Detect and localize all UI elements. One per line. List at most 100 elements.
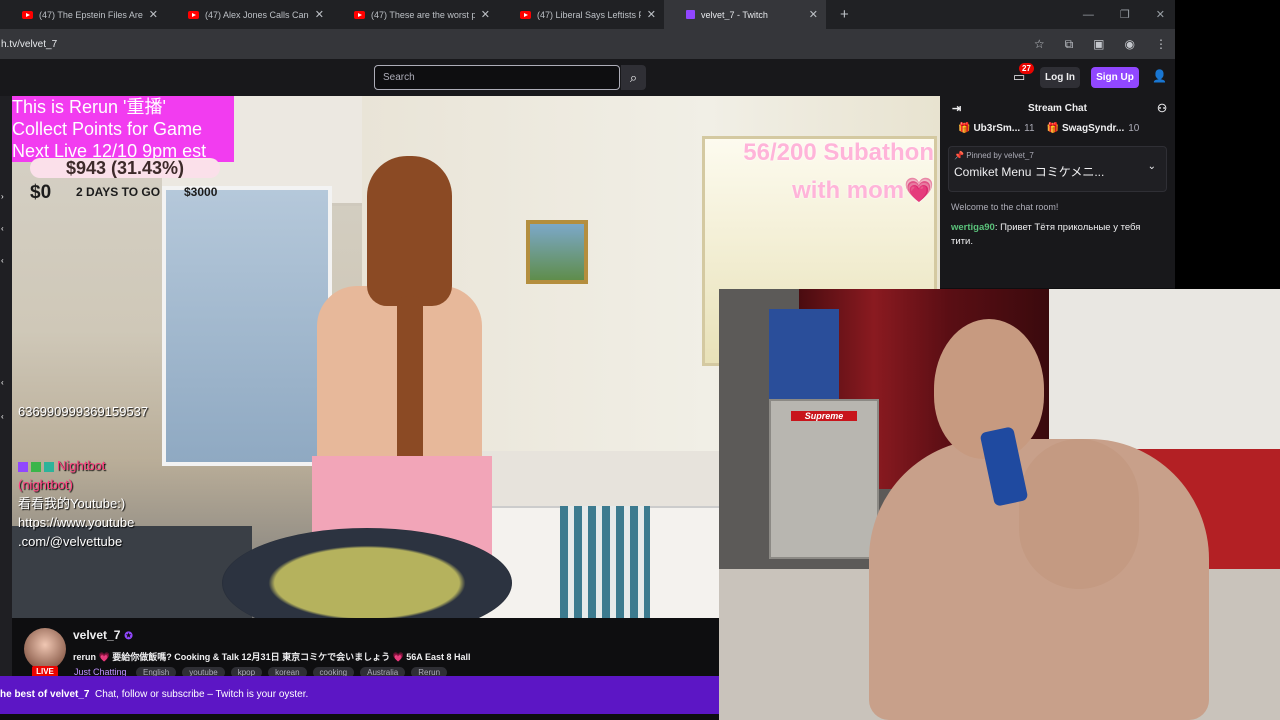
close-window-icon[interactable]: ✕ [1156,8,1165,21]
url-field[interactable]: h.tv/velvet_7 [1,39,57,50]
subathon-line: with mom💗 [792,177,934,204]
goal-start: $0 [30,182,52,203]
browser-tab[interactable]: (47) These are the worst pirate n ✕ [332,0,498,29]
close-icon[interactable]: ✕ [315,8,324,21]
tab-title: (47) The Epstein Files Are Way W [39,9,143,20]
chat-panel: ⇥ Stream Chat ⚇ 🎁 Ub3rSm... 11 🎁 SwagSyndr.… [940,96,1175,288]
browser-toolbar: ☆ ⧉ ▣ ◉ ⋮ [1034,29,1167,59]
collapsed-sidebar: › ‹ ‹ ‹ ‹ [0,96,12,676]
gift-icon: 🎁 [958,123,971,134]
search-input[interactable]: Search [374,65,620,90]
supreme-sticker: Supreme [791,411,857,421]
video-scene-towel [560,506,650,618]
tab-title: (47) Liberal Says Leftists F'D UP [537,9,641,20]
goal-progress-bar: $943 (31.43%) [30,158,220,178]
bot-message-line: https://www.youtube [18,515,135,530]
chevron-down-icon[interactable]: ⌄ [1148,161,1156,172]
bot-message-line: .com/@velvettube [18,534,123,549]
bot-handle: (nightbot) [18,477,73,492]
twitch-icon [686,10,695,19]
new-tab-button[interactable]: + [840,6,849,23]
overlay-bot-message: Nightbot (nightbot) 看看我的Youtube:) https:… [18,456,134,551]
search-icon: ⌕ [629,69,638,85]
extensions-icon[interactable]: ⧉ [1065,37,1074,52]
pinned-text: Comiket Menu コミケメニ... [954,165,1105,179]
tab-title: (47) Alex Jones Calls Candace O [205,9,309,20]
webcam-minifridge: Supreme [769,399,879,559]
chat-message: wertiga90: Привет Тётя прикольные у тебя… [940,221,1175,249]
banner-text: Chat, follow or subscribe – Twitch is yo… [95,689,309,700]
browser-tab-bar: (47) The Epstein Files Are Way W ✕ (47) … [0,0,1175,29]
avatar[interactable] [24,628,66,670]
twitch-badge-icon [18,461,28,472]
close-icon[interactable]: ✕ [481,8,490,21]
close-icon[interactable]: ✕ [647,8,656,21]
sidebar-arrow-icon[interactable]: ‹ [1,412,4,421]
bot-message-line: 看看我的Youtube:) [18,496,126,511]
chat-welcome: Welcome to the chat room! [951,202,1059,212]
gift-icon: 🎁 [1046,123,1059,134]
address-bar: h.tv/velvet_7 ☆ ⧉ ▣ ◉ ⋮ [0,29,1175,59]
rerun-line: Collect Points for Game [12,119,203,139]
banner-bold-text: he best of velvet_7 [0,689,90,700]
youtube-icon [22,10,33,19]
minimize-icon[interactable]: — [1083,9,1094,21]
browser-tab[interactable]: (47) Alex Jones Calls Candace O ✕ [166,0,332,29]
tab-title: velvet_7 - Twitch [701,9,768,20]
close-icon[interactable]: ✕ [149,8,158,21]
days-to-go: 2 DAYS TO GO [76,185,161,199]
rerun-line: This is Rerun '重播' [12,97,166,117]
webcam-overlay: Supreme [719,289,1280,720]
sidebar-arrow-icon[interactable]: ‹ [1,378,4,387]
bot-name: Nightbot [57,458,106,473]
gifter-entry[interactable]: 🎁 Ub3rSm... 11 [958,123,1035,142]
notifications-button[interactable]: ▭ 27 [1013,63,1034,85]
stream-title: rerun 💗 要給你做飯嗎? Cooking & Talk 12月31日 東京… [73,652,471,662]
signup-banner[interactable]: he best of velvet_7 Chat, follow or subs… [0,676,719,714]
gifter-entry[interactable]: 🎁 SwagSyndr... 10 [1047,123,1140,142]
youtube-icon [354,10,365,19]
channel-name[interactable]: velvet_7 ✪ [73,628,133,642]
login-button[interactable]: Log In [1040,67,1080,88]
signup-button[interactable]: Sign Up [1091,67,1139,88]
chat-username[interactable]: wertiga90 [951,222,995,233]
menu-icon[interactable]: ⋮ [1155,37,1167,51]
verified-icon: ✪ [124,631,133,642]
sidebar-arrow-icon[interactable]: ‹ [1,224,4,233]
chat-header: ⇥ Stream Chat ⚇ [940,96,1175,120]
video-scene-painting [526,220,588,284]
tab-title: (47) These are the worst pirate n [371,9,475,20]
pinned-message[interactable]: 📌 Pinned by velvet_7 Comiket Menu コミケメニ.… [948,146,1167,192]
restore-icon[interactable]: ❐ [1120,8,1130,21]
search-button[interactable]: ⌕ [621,65,646,90]
overlay-chat-number: 636990999369159537 [18,404,149,419]
mod-badge-icon [31,461,41,472]
goal-end: $3000 [184,185,218,199]
gift-leaderboard: 🎁 Ub3rSm... 11 🎁 SwagSyndr... 10 [940,120,1175,142]
window-controls: — ❐ ✕ [1083,0,1165,29]
subathon-overlay: 56/200 Subathon with mom💗 [684,134,934,210]
bot-badge-icon [44,461,54,472]
cast-icon[interactable]: ▣ [1093,37,1104,51]
browser-tab[interactable]: (47) The Epstein Files Are Way W ✕ [0,0,166,29]
subathon-line: 56/200 Subathon [743,139,934,166]
video-scene-person [287,156,507,596]
browser-tab[interactable]: (47) Liberal Says Leftists F'D UP ✕ [498,0,664,29]
community-icon[interactable]: ⚇ [1157,102,1167,115]
youtube-icon [188,10,199,19]
profile-icon[interactable]: ◉ [1125,37,1135,51]
collapse-chat-icon[interactable]: ⇥ [952,102,961,115]
pin-icon: 📌 [954,151,964,160]
sidebar-arrow-icon[interactable]: ‹ [1,256,4,265]
close-icon[interactable]: ✕ [809,8,818,21]
browser-tab-active[interactable]: velvet_7 - Twitch ✕ [664,0,826,29]
chat-title: Stream Chat [1028,102,1087,114]
notification-badge: 27 [1019,63,1034,74]
user-menu-icon[interactable]: 👤 [1152,69,1167,83]
desktop-background [1175,0,1280,289]
stream-info-bar: LIVE velvet_7 ✪ rerun 💗 要給你做飯嗎? Cooking &… [12,618,719,678]
rerun-overlay: This is Rerun '重播' Collect Points for Ga… [12,96,234,162]
sidebar-arrow-icon[interactable]: › [1,192,4,201]
bookmark-star-icon[interactable]: ☆ [1034,37,1045,51]
youtube-icon [520,10,531,19]
